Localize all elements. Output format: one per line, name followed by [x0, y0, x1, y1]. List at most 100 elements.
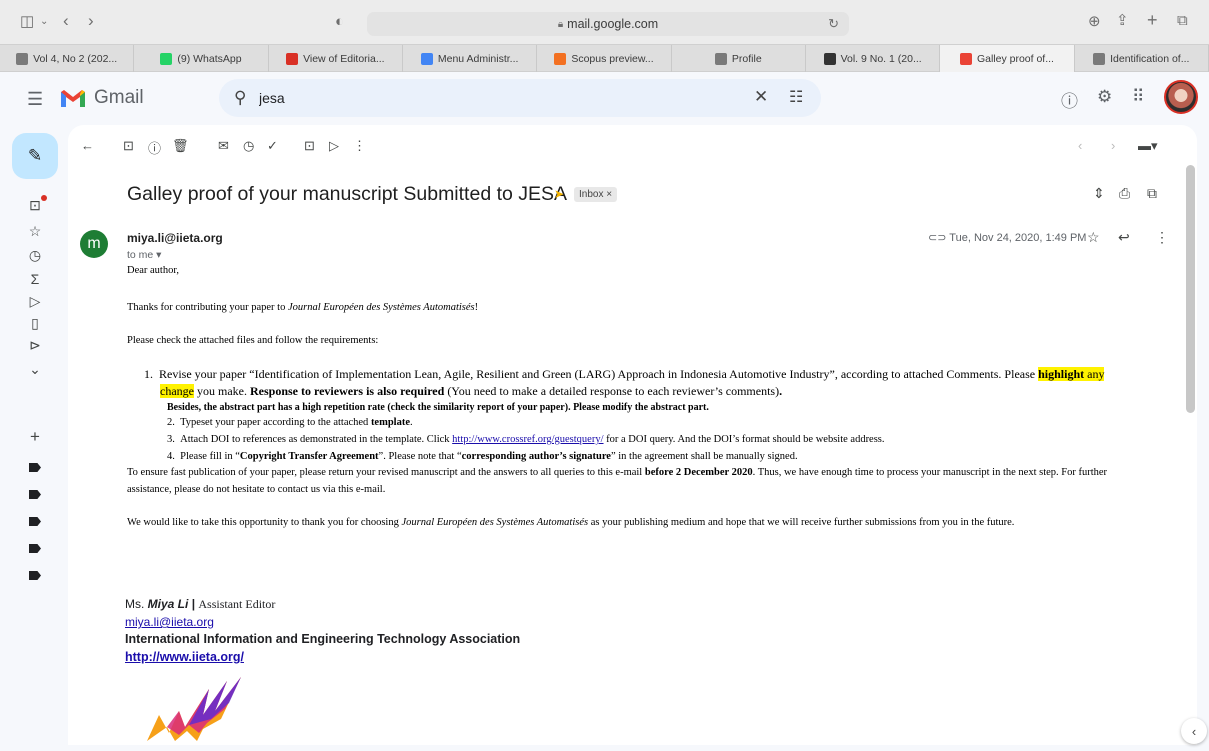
signature-website-link[interactable]: http://www.iieta.org/ — [125, 650, 244, 664]
url-text: mail.google.com — [567, 17, 659, 31]
shield-icon[interactable]: ◐ — [335, 14, 344, 30]
side-panel-toggle-icon[interactable]: ‹ — [1181, 718, 1207, 744]
browser-tab[interactable]: (9) WhatsApp — [134, 45, 269, 72]
item-number: 2. — [167, 417, 181, 428]
share-icon[interactable]: ⇪ — [1116, 13, 1129, 29]
clear-search-icon[interactable]: ✕ — [754, 87, 768, 107]
expand-all-icon[interactable]: ⇕ — [1093, 185, 1105, 202]
more-vert-icon[interactable]: ⋮ — [1155, 229, 1169, 246]
sidebar-toggle-icon[interactable]: ◫ — [20, 14, 34, 30]
back-icon[interactable]: ‹ — [63, 12, 69, 29]
move-to-icon[interactable]: ⊡ — [304, 138, 315, 154]
journal-icon — [16, 52, 29, 65]
chevron-down-icon[interactable]: ⌄ — [40, 14, 48, 30]
recipient-details[interactable]: to me ▾ — [127, 249, 161, 261]
item-number: 3. — [167, 434, 181, 445]
reload-icon[interactable]: ↻ — [828, 16, 839, 32]
print-icon[interactable]: ⎙ — [1119, 185, 1130, 202]
menu-icon[interactable]: ☰ — [27, 89, 43, 110]
star-icon[interactable]: ☆ — [1087, 229, 1100, 246]
more-chevron-icon[interactable]: ⌄ — [27, 361, 43, 378]
gmail-brand: Gmail — [94, 87, 144, 108]
add-task-icon[interactable]: ✓ — [267, 138, 278, 154]
signature-email-link[interactable]: miya.li@iieta.org — [125, 615, 214, 629]
thanks-text: Thanks for contributing your paper to — [127, 302, 288, 313]
browser-tab[interactable]: Vol 4, No 2 (202... — [0, 45, 135, 72]
compose-button[interactable]: ✎ — [12, 133, 58, 179]
account-avatar[interactable] — [1164, 80, 1198, 114]
highlight-text: any — [1084, 367, 1105, 381]
signature-name-line: Ms. Miya Li | Assistant Editor — [125, 597, 275, 612]
ensure-paragraph-2: assistance, please do not hesitate to co… — [127, 484, 386, 495]
new-tab-icon[interactable]: + — [1147, 11, 1158, 29]
search-icon[interactable]: ⚲ — [234, 88, 246, 108]
iieta-logo — [147, 677, 241, 741]
thanks-end: ! — [474, 302, 479, 313]
thanks-paragraph: Thanks for contributing your paper to Jo… — [127, 302, 478, 313]
label-tag-icon[interactable] — [29, 544, 41, 553]
crossref-link[interactable]: http://www.crossref.org/guestquery/ — [452, 434, 603, 445]
inbox-label-chip[interactable]: Inbox × — [574, 187, 618, 202]
closing-text-b: as your publishing medium and hope that … — [588, 517, 1015, 528]
help-icon[interactable]: ⓘ — [1061, 87, 1078, 112]
newer-icon[interactable]: ‹ — [1078, 138, 1082, 153]
search-options-icon[interactable]: ☷ — [789, 87, 803, 107]
search-input[interactable] — [259, 89, 739, 107]
input-tools-icon[interactable]: ▬▾ — [1138, 138, 1158, 154]
browser-tab[interactable]: Menu Administr... — [403, 45, 538, 72]
item3-text: Attach DOI to references as demonstrated… — [180, 434, 453, 445]
sender-avatar[interactable]: m — [80, 230, 108, 258]
label-tag-icon[interactable] — [29, 517, 41, 526]
check-paragraph: Please check the attached files and foll… — [127, 335, 379, 346]
apps-grid-icon[interactable]: ⠿ — [1132, 87, 1144, 107]
sent-icon[interactable]: ▷ — [27, 293, 43, 310]
downloads-icon[interactable]: ⊕ — [1088, 14, 1101, 30]
closing-paragraph: We would like to take this opportunity t… — [127, 517, 1014, 528]
older-icon[interactable]: › — [1111, 138, 1115, 153]
sender-email[interactable]: miya.li@iieta.org — [127, 231, 223, 245]
ensure-paragraph: To ensure fast publication of your paper… — [127, 467, 1107, 478]
reply-icon[interactable]: ↩ — [1118, 229, 1130, 246]
delete-icon[interactable]: 🗑︎ — [172, 138, 189, 154]
starred-icon[interactable]: ☆ — [27, 223, 43, 240]
tab-label: Profile — [731, 52, 762, 65]
tab-overview-icon[interactable]: ⧉ — [1177, 13, 1188, 29]
important-icon[interactable]: Σ — [27, 271, 43, 287]
scrollbar[interactable] — [1186, 165, 1195, 413]
snoozed-icon[interactable]: ◷ — [27, 247, 43, 264]
left-rail: ✎ ⊡ ☆ ◷ Σ ▷ ▯ ⊳ ⌄ + — [0, 125, 68, 751]
mark-unread-icon[interactable]: ✉ — [218, 138, 229, 154]
forward-icon[interactable]: › — [88, 12, 94, 29]
settings-icon[interactable]: ⚙ — [1097, 87, 1112, 107]
address-bar[interactable]: 🔒︎ mail.google.com ↻ — [367, 12, 849, 36]
drafts-icon[interactable]: ▯ — [27, 315, 43, 332]
create-label-icon[interactable]: + — [27, 427, 43, 447]
browser-tab[interactable]: Profile — [672, 45, 806, 72]
requirement-item-3: 3. Attach DOI to references as demonstra… — [167, 434, 885, 445]
gmail-logo[interactable]: Gmail — [60, 87, 144, 109]
label-tag-icon[interactable] — [29, 571, 41, 580]
browser-tab[interactable]: Identification of... — [1075, 45, 1209, 72]
label-tag-icon[interactable] — [29, 463, 41, 472]
label-outline-icon[interactable]: ⊳ — [27, 337, 43, 354]
report-spam-icon[interactable]: ⓘ — [148, 138, 161, 157]
journal-name: Journal Européen des Systèmes Automatisé… — [401, 517, 589, 528]
new-window-icon[interactable]: ⧉ — [1147, 185, 1157, 202]
email-view: ← ⊡ ⓘ 🗑︎ ✉ ◷ ✓ ⊡ ▷ ⋮ ‹ › ▬▾ Galley proof… — [68, 125, 1197, 745]
sig-role: Assistant Editor — [198, 597, 276, 611]
browser-tab[interactable]: Scopus preview... — [537, 45, 672, 72]
more-vert-icon[interactable]: ⋮ — [353, 138, 366, 154]
browser-tab[interactable]: View of Editoria... — [269, 45, 403, 72]
highlight-change: change — [160, 384, 194, 398]
important-marker-icon[interactable]: ➤ — [554, 187, 564, 201]
label-tag-icon[interactable] — [29, 490, 41, 499]
browser-tab[interactable]: Vol. 9 No. 1 (20... — [806, 45, 941, 72]
archive-icon[interactable]: ⊡ — [123, 138, 134, 154]
label-icon[interactable]: ▷ — [329, 138, 339, 154]
browser-tab[interactable]: Galley proof of... — [940, 45, 1075, 72]
tab-label: Scopus preview... — [571, 52, 654, 65]
snooze-icon[interactable]: ◷ — [243, 138, 254, 154]
item1-text-b: you make. — [193, 384, 250, 398]
back-to-list-icon[interactable]: ← — [81, 138, 94, 153]
sig-title: Ms. — [125, 597, 148, 611]
